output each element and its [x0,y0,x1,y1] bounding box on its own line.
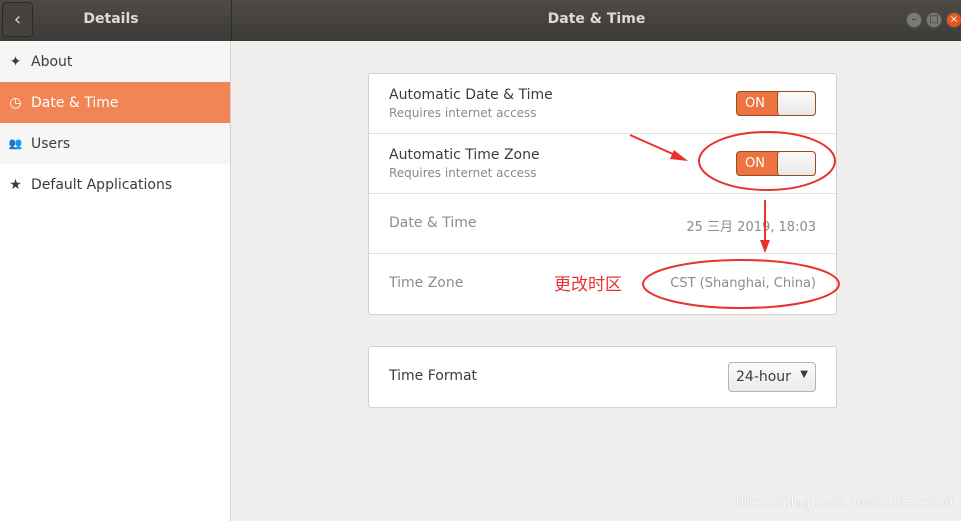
datetime-value: 25 三月 2019, 18:03 [686,220,816,235]
star-icon: ★ [9,176,22,193]
row-label: Time Zone [389,275,464,291]
sidebar-item-label: Users [31,135,71,152]
row-sublabel: Requires internet access [389,166,537,180]
row-label: Time Format [389,368,478,384]
dropdown-value: 24-hour [736,369,791,385]
sidebar-item-label: About [31,53,73,70]
switch-knob [777,92,815,115]
auto-timezone-switch[interactable]: ON [736,151,816,176]
sidebar-item-users[interactable]: 👥 Users [0,123,230,164]
sparkle-icon: ✦ [9,53,22,70]
row-label: Automatic Date & Time [389,87,553,103]
page-title: Date & Time [547,11,646,27]
sidebar-item-about[interactable]: ✦ About [0,41,230,82]
datetime-row[interactable]: Date & Time 25 三月 2019, 18:03 [369,194,836,254]
sidebar-item-default-applications[interactable]: ★ Default Applications [0,164,230,205]
caret-down-icon: ▼ [800,369,808,380]
sidebar-title: Details [83,11,139,27]
timezone-value: CST (Shanghai, China) [670,276,816,291]
users-icon: 👥 [8,137,23,150]
time-format-row: Time Format 24-hour ▼ [369,347,836,407]
clock-icon: ◷ [9,94,22,111]
sidebar-item-label: Default Applications [31,176,173,193]
auto-timezone-row: Automatic Time Zone Requires internet ac… [369,134,836,194]
annotation-text: 更改时区 [554,275,622,295]
switch-knob [777,152,815,175]
close-button[interactable]: × [946,12,961,28]
sidebar-item-label: Date & Time [31,94,119,111]
row-label: Date & Time [389,215,477,231]
watermark: https://blog.csdn.net/cc007cc009 [735,496,953,511]
minimize-button[interactable]: – [906,12,922,28]
sidebar: ✦ About ◷ Date & Time 👥 Users ★ Default Appl… [0,41,231,521]
auto-datetime-row: Automatic Date & Time Requires internet … [369,74,836,134]
row-label: Automatic Time Zone [389,147,540,163]
sidebar-item-date-time[interactable]: ◷ Date & Time [0,82,230,123]
switch-state: ON [745,156,765,171]
header-bar: ‹ Details Date & Time – □ × [0,0,961,41]
time-format-panel: Time Format 24-hour ▼ [368,346,837,408]
auto-datetime-switch[interactable]: ON [736,91,816,116]
time-format-dropdown[interactable]: 24-hour ▼ [728,362,816,392]
row-sublabel: Requires internet access [389,106,537,120]
maximize-button[interactable]: □ [926,12,942,28]
switch-state: ON [745,96,765,111]
